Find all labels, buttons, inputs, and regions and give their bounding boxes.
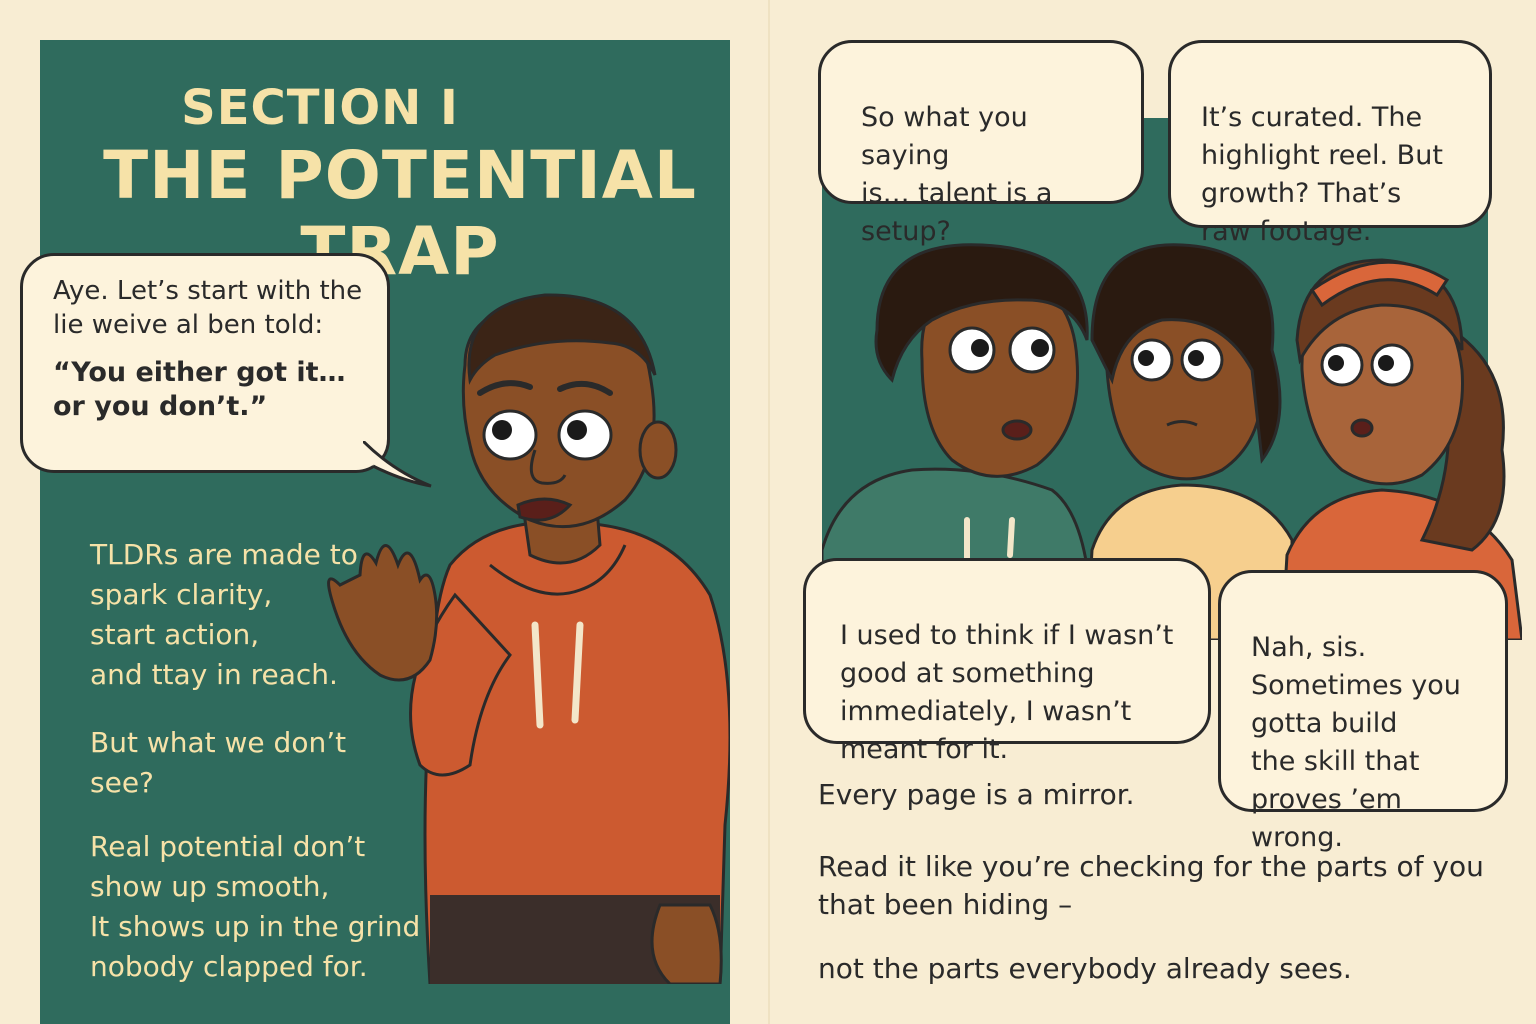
bubble-intro-quote: “You either got it… or you don’t.” (53, 357, 346, 422)
narration-mirror: Every page is a mirror. (818, 778, 1135, 811)
bubble-tail (363, 441, 432, 488)
narration-not-the-parts: not the parts everybody already sees. (818, 952, 1352, 985)
speech-bubble-intro: Aye. Let’s start with the lie weive al b… (20, 253, 432, 488)
bubble-text: It’s curated. The highlight reel. But gr… (1201, 102, 1443, 247)
narration-read-it: Read it like you’re checking for the par… (818, 850, 1484, 921)
bubble-intro-text: Aye. Let’s start with the lie weive al b… (53, 276, 363, 340)
section-label: SECTION I (181, 80, 459, 136)
bubble-text: Nah, sis. Sometimes you gotta build the … (1251, 632, 1461, 853)
speech-bubble-used-to-think: I used to think if I wasn’t good at some… (803, 558, 1211, 765)
bubble-text: I used to think if I wasn’t good at some… (840, 620, 1174, 765)
speech-bubble-nah-sis: Nah, sis. Sometimes you gotta build the … (1218, 570, 1508, 853)
speech-bubble-talent-setup: So what you saying is… talent is a setup… (818, 40, 1144, 247)
speech-bubble-curated: It’s curated. The highlight reel. But gr… (1168, 40, 1492, 247)
page-fold (768, 0, 770, 1024)
